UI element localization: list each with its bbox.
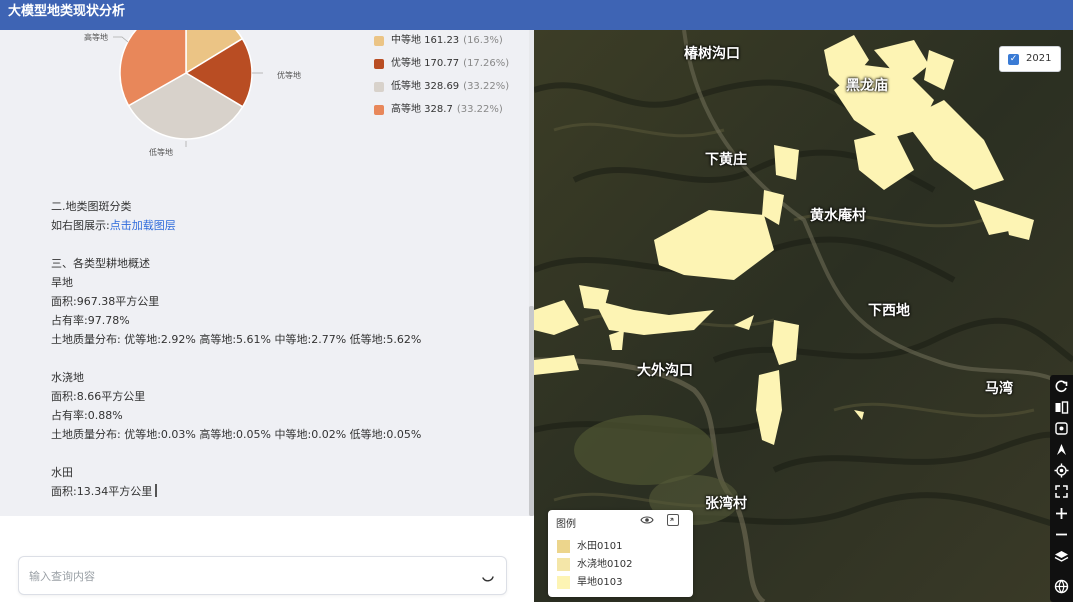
app-title: 大模型地类现状分析	[0, 0, 1073, 30]
eye-icon[interactable]	[640, 514, 654, 526]
pie-label-right: 优等地	[277, 71, 301, 80]
loading-spinner-icon	[482, 576, 494, 582]
map-legend-title: 图例	[556, 519, 576, 530]
paddy-name: 水田	[51, 466, 73, 479]
globe-icon[interactable]	[1053, 578, 1070, 595]
collapse-legend-icon[interactable]	[667, 514, 679, 526]
legend-swatch	[374, 82, 384, 92]
place-label: 下黄庄	[705, 152, 747, 168]
legend-swatch	[374, 105, 384, 115]
pie-label-bottom: 低等地	[149, 148, 173, 157]
irrigated-land-name: 水浇地	[51, 371, 84, 384]
load-layer-link[interactable]: 点击加载图层	[110, 219, 176, 232]
fullscreen-icon[interactable]	[1053, 483, 1070, 500]
paddy-area: 面积:13.34平方公里	[51, 485, 153, 498]
query-input[interactable]	[29, 566, 469, 586]
paddy-area-row: 面积:13.34平方公里	[51, 483, 158, 499]
place-label: 黑龙庙	[846, 78, 888, 94]
typing-caret	[155, 484, 158, 497]
layers-icon[interactable]	[1053, 548, 1070, 565]
place-label: 大外沟口	[637, 363, 693, 379]
irrigated-land-quality: 土地质量分布: 优等地:0.03% 高等地:0.05% 中等地:0.02% 低等…	[51, 428, 422, 441]
place-label: 下西地	[868, 303, 910, 319]
report-content: 高等地 优等地 低等地 中等地 161.23 (16.3%) 优等地 170.77…	[0, 30, 529, 516]
place-label: 马湾	[985, 381, 1013, 397]
legend-swatch	[557, 540, 570, 553]
year-label: 2021	[1026, 53, 1052, 64]
legend-item[interactable]: 高等地 328.7 (33.22%)	[374, 101, 509, 124]
map-toolbar	[1050, 375, 1073, 602]
query-box[interactable]	[18, 556, 507, 595]
pie-slices	[119, 30, 253, 140]
refresh-icon[interactable]	[1053, 378, 1070, 395]
leader-line-top	[113, 36, 129, 43]
pie-chart	[113, 30, 263, 147]
place-label: 黄水庵村	[810, 208, 866, 224]
year-toggle[interactable]: ✓ 2021	[999, 46, 1061, 72]
locate-frame-icon[interactable]	[1053, 420, 1070, 437]
map-legend-panel: 图例 水田0101 水浇地0102 旱地0103	[548, 510, 693, 597]
place-label: 椿树沟口	[684, 46, 740, 62]
legend-swatch	[557, 576, 570, 589]
pie-legend: 中等地 161.23 (16.3%) 优等地 170.77 (17.26%) 低等地…	[374, 32, 509, 124]
map-view[interactable]: 椿树沟口 黑龙庙 下黄庄 黄水庵村 下西地 大外沟口 马湾 张湾村 ✓ 2021…	[534, 30, 1073, 602]
section3-title: 三、各类型耕地概述	[51, 257, 150, 270]
irrigated-land-area: 面积:8.66平方公里	[51, 390, 146, 403]
zoom-out-icon[interactable]	[1053, 526, 1070, 543]
gps-icon[interactable]	[1053, 462, 1070, 479]
legend-item[interactable]: 中等地 161.23 (16.3%)	[374, 32, 509, 55]
pie-label-top: 高等地	[84, 33, 108, 42]
irrigated-land-rate: 占有率:0.88%	[51, 409, 123, 422]
legend-swatch	[374, 59, 384, 69]
legend-item[interactable]: 低等地 328.69 (33.22%)	[374, 78, 509, 101]
section2-desc-row: 如右图展示:点击加载图层	[51, 219, 176, 232]
dry-land-rate: 占有率:97.78%	[51, 314, 130, 327]
dry-land-area: 面积:967.38平方公里	[51, 295, 160, 308]
map-legend-item: 水浇地0102	[557, 558, 632, 572]
dry-land-name: 旱地	[51, 276, 73, 289]
report-panel: 高等地 优等地 低等地 中等地 161.23 (16.3%) 优等地 170.77…	[0, 30, 534, 602]
checkbox-checked-icon[interactable]: ✓	[1008, 54, 1019, 65]
place-label: 张湾村	[705, 496, 747, 512]
section2-title: 二.地类图斑分类	[51, 200, 132, 213]
north-arrow-icon[interactable]	[1053, 441, 1070, 458]
legend-item[interactable]: 优等地 170.77 (17.26%)	[374, 55, 509, 78]
split-view-icon[interactable]	[1053, 399, 1070, 416]
zoom-in-icon[interactable]	[1053, 505, 1070, 522]
dry-land-quality: 土地质量分布: 优等地:2.92% 高等地:5.61% 中等地:2.77% 低等…	[51, 333, 422, 346]
map-legend-item: 旱地0103	[557, 576, 622, 590]
legend-swatch	[374, 36, 384, 46]
map-legend-item: 水田0101	[557, 540, 622, 554]
legend-swatch	[557, 558, 570, 571]
